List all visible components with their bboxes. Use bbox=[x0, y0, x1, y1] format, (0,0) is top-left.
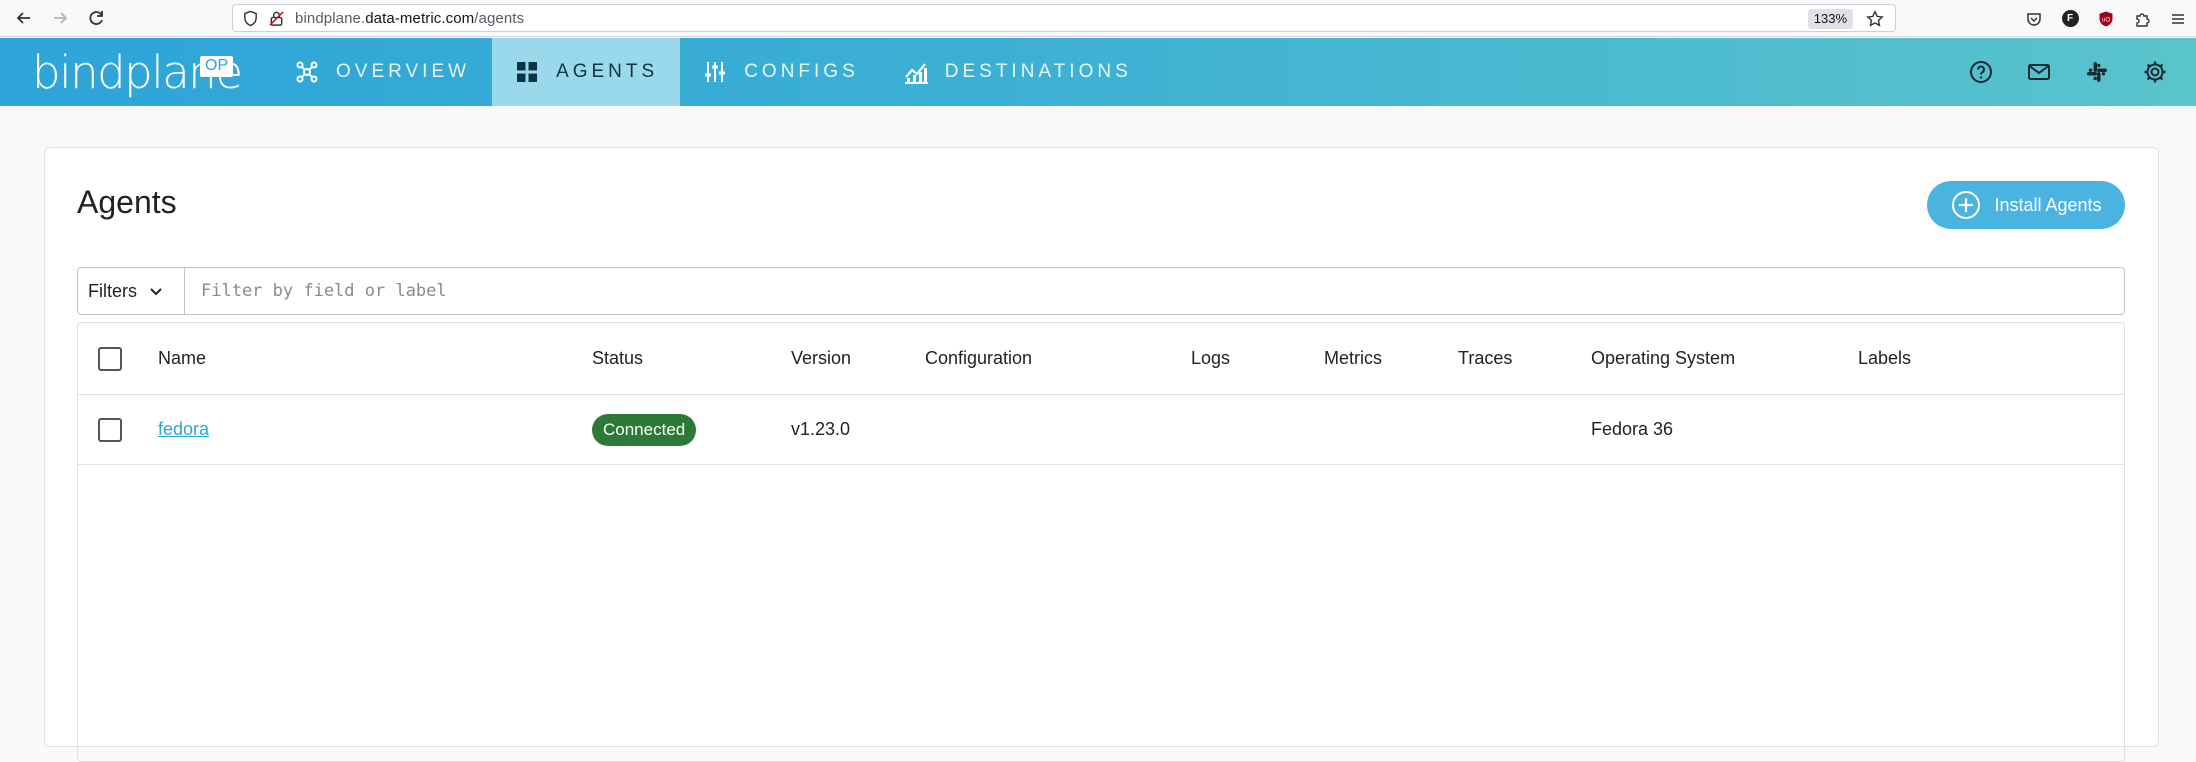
bookmark-star-icon[interactable] bbox=[1863, 7, 1887, 31]
mail-icon[interactable] bbox=[2010, 43, 2068, 101]
filters-dropdown[interactable]: Filters bbox=[78, 268, 185, 314]
browser-extensions: F uO bbox=[2016, 0, 2196, 37]
column-header-name[interactable]: Name bbox=[158, 323, 206, 394]
reload-icon[interactable] bbox=[78, 0, 114, 36]
help-icon[interactable] bbox=[1952, 43, 2010, 101]
column-header-metrics[interactable]: Metrics bbox=[1324, 323, 1382, 394]
column-header-status[interactable]: Status bbox=[592, 323, 643, 394]
agents-table: Name Status Version Configuration Logs M… bbox=[77, 322, 2125, 762]
page-title: Agents bbox=[77, 184, 177, 220]
agents-panel: Agents Install Agents Filters Name Statu… bbox=[44, 147, 2159, 762]
settings-icon[interactable] bbox=[2126, 43, 2184, 101]
ublock-icon[interactable]: uO bbox=[2088, 1, 2124, 37]
filter-input[interactable] bbox=[185, 268, 2124, 314]
row-select-cell bbox=[98, 395, 122, 464]
row-checkbox[interactable] bbox=[98, 417, 122, 442]
column-header-operating-system[interactable]: Operating System bbox=[1591, 323, 1735, 394]
address-bar[interactable]: bindplane.data-metric.com/agents 133% bbox=[232, 4, 1896, 32]
column-header-logs[interactable]: Logs bbox=[1191, 323, 1230, 394]
extensions-puzzle-icon[interactable] bbox=[2124, 1, 2160, 37]
install-agents-label: Install Agents bbox=[1994, 194, 2102, 215]
forward-icon[interactable] bbox=[42, 0, 78, 36]
agents-grid-icon bbox=[517, 62, 538, 82]
agent-name-cell: fedora bbox=[158, 395, 209, 464]
nav-tab-label: CONFIGS bbox=[744, 61, 859, 82]
account-extension-icon[interactable]: F bbox=[2052, 1, 2088, 37]
agent-name-link[interactable]: fedora bbox=[158, 419, 209, 440]
logo-badge: OP bbox=[200, 56, 234, 77]
column-header-labels[interactable]: Labels bbox=[1858, 323, 1911, 394]
table-row: fedora Connected v1.23.0 Fedora 36 bbox=[78, 395, 2124, 465]
column-header-version[interactable]: Version bbox=[791, 323, 851, 394]
filter-bar: Filters bbox=[77, 267, 2125, 315]
nav-tab-agents[interactable]: AGENTS bbox=[492, 38, 681, 106]
install-agents-button[interactable]: Install Agents bbox=[1927, 181, 2125, 229]
pocket-icon[interactable] bbox=[2016, 1, 2052, 37]
status-badge: Connected bbox=[592, 413, 697, 446]
plus-circle-icon bbox=[1952, 191, 1981, 219]
app-header: bindplane OP OVERVIEW AGENTS CONFIGS DES… bbox=[0, 38, 2196, 106]
header-actions bbox=[1952, 38, 2196, 106]
column-header-traces[interactable]: Traces bbox=[1458, 323, 1512, 394]
menu-hamburger-icon[interactable] bbox=[2160, 1, 2196, 37]
shield-icon[interactable] bbox=[237, 5, 263, 31]
select-all-cell bbox=[98, 323, 122, 394]
slack-icon[interactable] bbox=[2068, 43, 2126, 101]
select-all-checkbox[interactable] bbox=[98, 346, 122, 371]
browser-toolbar: bindplane.data-metric.com/agents 133% F … bbox=[0, 0, 2196, 37]
nav-tab-destinations[interactable]: DESTINATIONS bbox=[881, 38, 1154, 106]
destinations-chart-icon bbox=[904, 63, 928, 84]
table-header: Name Status Version Configuration Logs M… bbox=[78, 323, 2124, 395]
filters-label: Filters bbox=[88, 280, 137, 301]
agent-os-cell: Fedora 36 bbox=[1591, 419, 1674, 439]
svg-text:uO: uO bbox=[2102, 17, 2110, 23]
nav-tab-configs[interactable]: CONFIGS bbox=[680, 38, 881, 106]
overview-icon bbox=[296, 61, 318, 83]
bindplane-logo[interactable]: bindplane OP bbox=[0, 38, 272, 106]
agent-version-cell: v1.23.0 bbox=[791, 419, 851, 439]
agent-status-cell: Connected bbox=[592, 395, 697, 464]
url-text: bindplane.data-metric.com/agents bbox=[295, 9, 525, 27]
chevron-down-icon bbox=[150, 288, 162, 296]
back-icon[interactable] bbox=[6, 0, 42, 36]
nav-tab-label: OVERVIEW bbox=[336, 61, 471, 82]
nav-tab-overview[interactable]: OVERVIEW bbox=[272, 38, 492, 106]
configs-sliders-icon bbox=[705, 62, 726, 82]
lock-icon[interactable] bbox=[263, 5, 289, 31]
zoom-level[interactable]: 133% bbox=[1807, 9, 1853, 29]
nav-tab-label: AGENTS bbox=[556, 61, 659, 82]
nav-tab-label: DESTINATIONS bbox=[944, 61, 1132, 82]
column-header-configuration[interactable]: Configuration bbox=[925, 323, 1032, 394]
